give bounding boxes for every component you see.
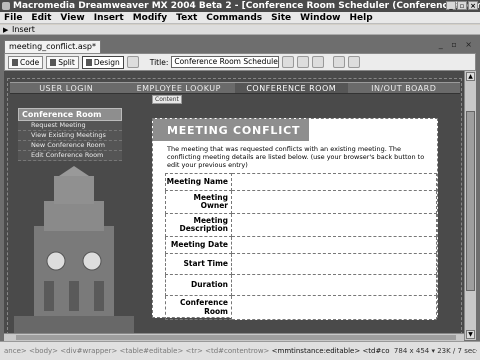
code-view-button[interactable]: Code [8,55,44,69]
value-conference-room[interactable] [231,295,437,320]
download-size-time: 23K / 7 sec [437,347,476,355]
scroll-down-icon[interactable]: ▼ [466,330,475,339]
conflict-intro-text: The meeting that was requested conflicts… [167,145,425,169]
window-titlebar: Macromedia Dreamweaver MX 2004 Beta 2 - … [0,0,480,12]
document-toolbar: Code Split Design Title: Conference Room… [4,53,476,71]
value-meeting-description[interactable] [231,213,437,237]
menu-file[interactable]: File [4,12,22,23]
building-tower-image [14,166,134,340]
sidenav-request-meeting[interactable]: Request Meeting [18,121,122,131]
row-label: Duration [191,279,228,289]
split-label: Split [58,57,75,67]
minimize-icon[interactable]: _ [446,1,456,10]
menu-bar: File Edit View Insert Modify Text Comman… [0,12,480,24]
table-row: Meeting Date [165,236,437,254]
table-row: Start Time [165,253,437,275]
page-title-input[interactable]: Conference Room Scheduler [171,56,280,68]
nav-employee-lookup[interactable]: EMPLOYEE LOOKUP [123,83,236,93]
status-bar: ance> <body> <div#wrapper> <table#editab… [0,341,480,360]
sidenav-view-existing-meetings[interactable]: View Existing Meetings [18,131,122,141]
menu-view[interactable]: View [60,12,84,23]
live-data-icon[interactable] [126,56,139,68]
dreamweaver-app-icon [2,2,10,10]
row-label-line2: Description [179,224,228,233]
split-icon [50,58,57,66]
label-meeting-name: Meeting Name [165,173,232,191]
row-label: Meeting Name [166,176,228,186]
close-icon[interactable]: × [468,1,478,10]
row-label-line2: Room [204,306,228,316]
value-start-time[interactable] [231,253,437,275]
expand-arrow-icon[interactable]: ▶ [3,25,8,35]
design-icon [85,58,92,66]
table-row: Conference Room [165,295,437,320]
insert-bar[interactable]: ▶ Insert [0,25,480,35]
document-window-controls[interactable]: _ ▫ × [439,40,475,49]
value-meeting-date[interactable] [231,236,437,254]
menu-modify[interactable]: Modify [133,12,167,23]
value-meeting-name[interactable] [231,173,437,191]
nav-user-login[interactable]: USER LOGIN [10,83,123,93]
conflict-details-table: Meeting Name Meeting Owner Meeting Descrip… [165,173,437,320]
menu-insert[interactable]: Insert [94,12,124,23]
sidenav-new-conference-room[interactable]: New Conference Room [18,141,122,151]
title-label: Title: [149,57,169,67]
insert-bar-label: Insert [12,25,35,34]
document-tab[interactable]: meeting_conflict.asp* [4,40,101,53]
menu-text[interactable]: Text [176,12,197,23]
sidenav-heading: Conference Room [18,108,122,121]
value-duration[interactable] [231,274,437,296]
table-row: Meeting Owner [165,190,437,214]
window-size[interactable]: 784 x 454 [394,347,429,355]
file-management-icon[interactable] [282,56,295,68]
split-view-button[interactable]: Split [46,55,79,69]
label-duration: Duration [165,274,232,296]
row-label: Meeting Date [170,239,228,249]
menu-edit[interactable]: Edit [31,12,51,23]
code-icon [12,58,18,66]
label-meeting-date: Meeting Date [165,236,232,254]
row-label-line2: Owner [200,201,228,210]
label-start-time: Start Time [165,253,232,275]
menu-help[interactable]: Help [349,12,372,23]
sidenav-edit-conference-room[interactable]: Edit Conference Room [18,151,122,161]
nav-conference-room[interactable]: CONFERENCE ROOM [235,83,348,93]
vertical-scrollbar[interactable]: ▲ ▼ [464,71,476,340]
heading-strip [309,119,437,141]
side-navigation: Conference Room Request Meeting View Exi… [18,108,122,161]
restore-icon[interactable]: ▫ [457,1,467,10]
window-controls: _ ▫ × [446,1,478,10]
menu-commands[interactable]: Commands [206,12,262,23]
nav-in-out-board[interactable]: IN/OUT BOARD [348,83,461,93]
tag-path-faded[interactable]: ance> <body> <div#wrapper> <table#editab… [4,347,269,355]
code-label: Code [20,57,40,67]
table-row: Duration [165,274,437,296]
label-meeting-owner: Meeting Owner [165,190,232,214]
status-right: 784 x 454 ▾ 23K / 7 sec [389,342,476,360]
page-heading: MEETING CONFLICT [153,119,309,141]
vertical-scroll-thumb[interactable] [466,111,475,291]
menu-window[interactable]: Window [300,12,340,23]
row-label: Start Time [183,258,228,268]
refresh-icon[interactable] [333,56,346,68]
table-row: Meeting Name [165,173,437,191]
debug-icon[interactable] [312,56,325,68]
preview-browser-icon[interactable] [297,56,310,68]
design-label: Design [93,57,120,67]
value-meeting-owner[interactable] [231,190,437,214]
top-navigation: USER LOGIN EMPLOYEE LOOKUP CONFERENCE RO… [10,82,460,94]
label-meeting-description: Meeting Description [165,213,232,237]
horizontal-scroll-thumb[interactable] [16,335,456,340]
editable-region-tag[interactable]: Content [152,95,182,104]
design-canvas[interactable]: USER LOGIN EMPLOYEE LOOKUP CONFERENCE RO… [4,71,464,340]
label-conference-room: Conference Room [165,295,232,320]
horizontal-scrollbar[interactable] [4,333,464,341]
design-view-button[interactable]: Design [81,55,124,69]
table-row: Meeting Description [165,213,437,237]
scroll-up-icon[interactable]: ▲ [466,72,475,81]
menu-site[interactable]: Site [271,12,291,23]
window-title: Macromedia Dreamweaver MX 2004 Beta 2 - … [13,1,480,11]
view-options-icon[interactable] [348,56,361,68]
content-cell: MEETING CONFLICT The meeting that was re… [152,118,438,320]
